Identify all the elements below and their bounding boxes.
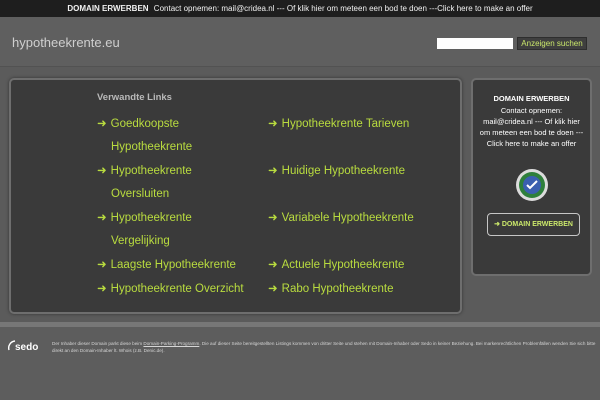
link-hypotheekrente-oversluiten[interactable]: ➜ Hypotheekrente Oversluiten — [97, 160, 192, 206]
footer-disclaimer: Der Inhaber dieser Domain parkt diese be… — [52, 341, 596, 353]
topbar-title: DOMAIN ERWERBEN — [67, 4, 149, 13]
link-goedkoopste-hypotheekrente[interactable]: ➜ Goedkoopste Hypotheekrente — [97, 113, 192, 159]
link-variabele-hypotheekrente[interactable]: ➜ Variabele Hypotheekrente — [268, 207, 414, 230]
svg-text:sedo: sedo — [15, 342, 38, 353]
domain-parking-link[interactable]: Domain-Parking-Programm — [143, 341, 199, 346]
arrow-icon: ➜ — [268, 259, 278, 271]
link-hypotheekrente-vergelijking[interactable]: ➜ Hypotheekrente Vergelijking — [97, 207, 192, 253]
related-links-panel: Verwandte Links ➜ Goedkoopste Hypotheekre… — [9, 78, 462, 314]
trust-seal-icon[interactable] — [515, 168, 549, 202]
footer: sedo Der Inhaber dieser Domain parkt die… — [0, 327, 600, 400]
domain-offer-text[interactable]: Contact opnemen: mail@cridea.nl --- Of k… — [479, 105, 584, 149]
domain-erwerben-button[interactable]: ➜ DOMAIN ERWERBEN — [487, 213, 580, 236]
arrow-icon: ➜ — [97, 212, 107, 224]
arrow-icon: ➜ — [268, 165, 278, 177]
link-laagste-hypotheekrente[interactable]: ➜ Laagste Hypotheekrente — [97, 254, 236, 277]
arrow-icon: ➜ — [268, 118, 278, 130]
arrow-icon: ➜ — [97, 283, 107, 295]
header: hypotheekrente.eu Anzeigen suchen — [0, 17, 600, 67]
domain-offer-title: DOMAIN ERWERBEN — [493, 94, 570, 103]
arrow-icon: ➜ — [97, 259, 107, 271]
search-input[interactable] — [437, 38, 513, 49]
link-rabo-hypotheekrente[interactable]: ➜ Rabo Hypotheekrente — [268, 278, 394, 301]
arrow-icon: ➜ — [97, 118, 107, 130]
topbar-text[interactable]: Contact opnemen: mail@cridea.nl --- Of k… — [154, 4, 533, 13]
link-actuele-hypotheekrente[interactable]: ➜ Actuele Hypotheekrente — [268, 254, 404, 277]
top-banner[interactable]: DOMAIN ERWERBEN Contact opnemen: mail@cr… — [0, 0, 600, 17]
site-title: hypotheekrente.eu — [12, 35, 120, 50]
domain-offer-panel: DOMAIN ERWERBEN Contact opnemen: mail@cr… — [471, 78, 592, 276]
related-links-title: Verwandte Links — [97, 92, 172, 103]
search-button[interactable]: Anzeigen suchen — [517, 37, 587, 50]
link-hypotheekrente-overzicht[interactable]: ➜ Hypotheekrente Overzicht — [97, 278, 244, 301]
arrow-icon: ➜ — [268, 283, 278, 295]
arrow-icon: ➜ — [268, 212, 278, 224]
link-huidige-hypotheekrente[interactable]: ➜ Huidige Hypotheekrente — [268, 160, 405, 183]
sedo-logo[interactable]: sedo — [6, 338, 46, 354]
arrow-icon: ➜ — [97, 165, 107, 177]
link-hypotheekrente-tarieven[interactable]: ➜ Hypotheekrente Tarieven — [268, 113, 409, 136]
